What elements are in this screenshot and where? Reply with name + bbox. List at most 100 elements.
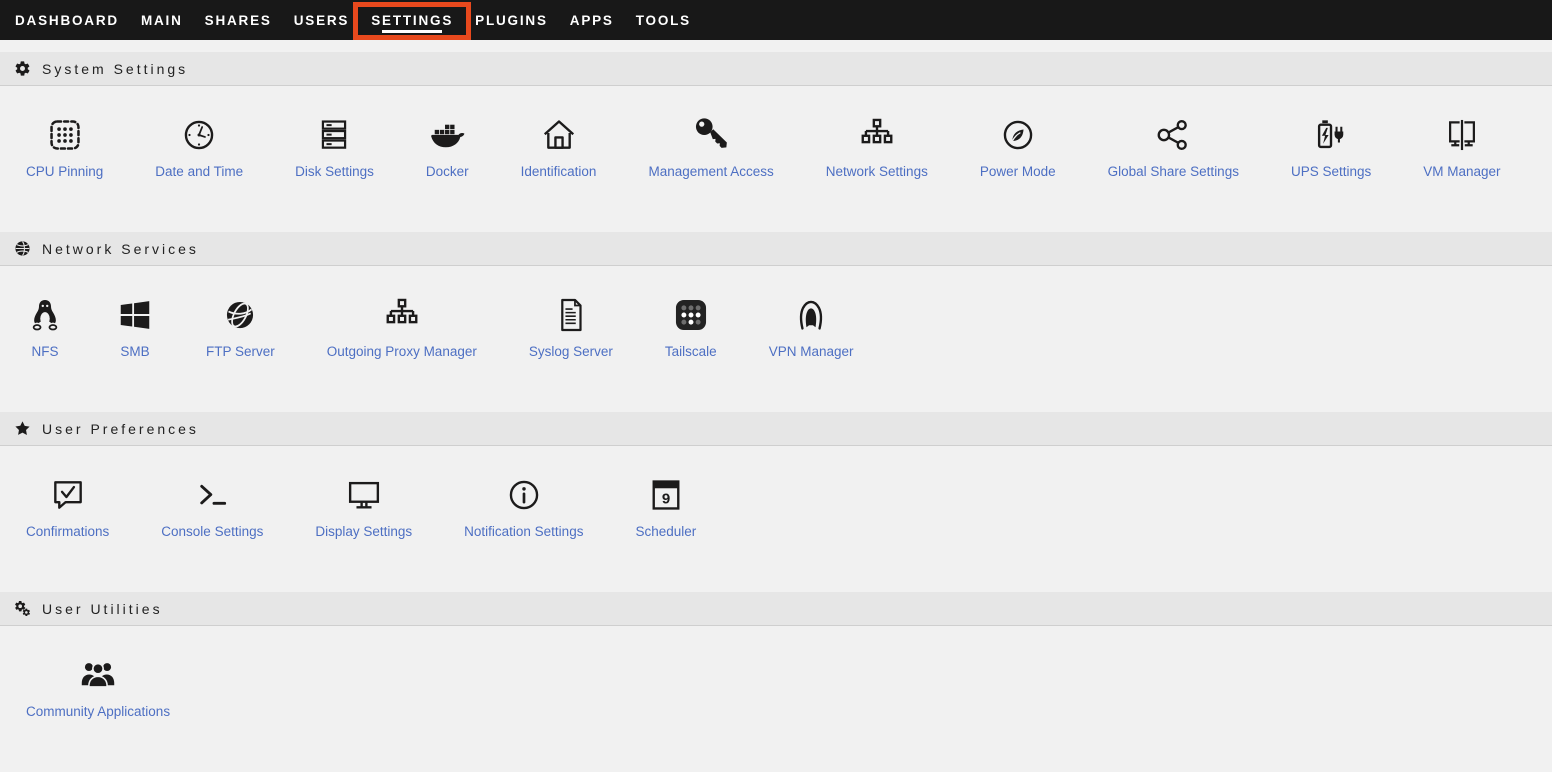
section-title: User Preferences xyxy=(42,421,199,437)
settings-item-vm-manager[interactable]: VM Manager xyxy=(1397,116,1526,179)
nav-item-plugins[interactable]: PLUGINS xyxy=(464,0,559,40)
settings-item-community-applications[interactable]: Community Applications xyxy=(0,656,196,719)
nav-item-main[interactable]: MAIN xyxy=(130,0,194,40)
nav-item-apps[interactable]: APPS xyxy=(559,0,625,40)
section-title: System Settings xyxy=(42,61,188,77)
settings-item-label: Global Share Settings xyxy=(1108,164,1239,179)
gears-icon xyxy=(14,600,31,617)
settings-sections: System Settings CPU Pinning Date and Time D… xyxy=(0,40,1552,772)
settings-item-tailscale[interactable]: Tailscale xyxy=(639,296,743,359)
settings-item-global-share-settings[interactable]: Global Share Settings xyxy=(1082,116,1265,179)
nav-item-shares[interactable]: SHARES xyxy=(194,0,283,40)
clock-icon xyxy=(180,116,218,154)
settings-item-notification-settings[interactable]: Notification Settings xyxy=(438,476,609,539)
sitemap-icon xyxy=(383,296,421,334)
sitemap-icon xyxy=(858,116,896,154)
home-icon xyxy=(540,116,578,154)
settings-item-label: Outgoing Proxy Manager xyxy=(327,344,477,359)
settings-item-disk-settings[interactable]: Disk Settings xyxy=(269,116,400,179)
nav-item-users[interactable]: USERS xyxy=(283,0,361,40)
vm-columns-icon xyxy=(1443,116,1481,154)
nav-item-tools[interactable]: TOOLS xyxy=(625,0,702,40)
section-items-user-utilities: Community Applications xyxy=(0,626,1552,772)
nav-item-dashboard[interactable]: DASHBOARD xyxy=(4,0,130,40)
settings-item-identification[interactable]: Identification xyxy=(495,116,623,179)
settings-item-power-mode[interactable]: Power Mode xyxy=(954,116,1082,179)
settings-page: { "colors": { "page_bg": "#f1f1f1", "nav… xyxy=(0,0,1552,723)
info-circle-icon xyxy=(505,476,543,514)
settings-item-label: NFS xyxy=(32,344,59,359)
settings-item-outgoing-proxy-manager[interactable]: Outgoing Proxy Manager xyxy=(301,296,503,359)
settings-item-label: SMB xyxy=(120,344,149,359)
globe-icon xyxy=(14,240,31,257)
section-title: User Utilities xyxy=(42,601,163,617)
file-lines-icon xyxy=(552,296,590,334)
vpn-hood-icon xyxy=(792,296,830,334)
nav-item-label: MAIN xyxy=(141,13,183,28)
users-group-icon xyxy=(79,656,117,694)
monitor-icon xyxy=(345,476,383,514)
settings-item-network-settings[interactable]: Network Settings xyxy=(800,116,954,179)
section-title: Network Services xyxy=(42,241,199,257)
nav-item-label: PLUGINS xyxy=(475,13,548,28)
settings-item-vpn-manager[interactable]: VPN Manager xyxy=(743,296,880,359)
settings-item-cpu-pinning[interactable]: CPU Pinning xyxy=(0,116,129,179)
windows-logo-icon xyxy=(116,296,154,334)
settings-item-label: Confirmations xyxy=(26,524,109,539)
docker-whale-icon xyxy=(428,116,466,154)
terminal-prompt-icon xyxy=(193,476,231,514)
comment-check-icon xyxy=(49,476,87,514)
settings-item-label: Network Settings xyxy=(826,164,928,179)
settings-item-label: Disk Settings xyxy=(295,164,374,179)
settings-item-label: Identification xyxy=(521,164,597,179)
settings-item-smb[interactable]: SMB xyxy=(90,296,180,359)
settings-item-management-access[interactable]: Management Access xyxy=(622,116,799,179)
settings-item-scheduler[interactable]: 9Scheduler xyxy=(609,476,722,539)
tux-penguin-icon xyxy=(26,296,64,334)
nav-item-label: USERS xyxy=(294,13,350,28)
cpu-pinning-icon xyxy=(46,116,84,154)
section-items-network-services: NFS SMB FTP Server Outgoing Proxy Manager Sy… xyxy=(0,266,1552,412)
settings-item-label: UPS Settings xyxy=(1291,164,1371,179)
share-nodes-icon xyxy=(1154,116,1192,154)
svg-text:9: 9 xyxy=(662,490,670,507)
top-nav: DASHBOARD MAIN SHARES USERS SETTINGS PLUGINS A… xyxy=(0,0,1552,40)
settings-item-display-settings[interactable]: Display Settings xyxy=(289,476,438,539)
settings-item-ups-settings[interactable]: UPS Settings xyxy=(1265,116,1397,179)
settings-item-label: Date and Time xyxy=(155,164,243,179)
settings-item-label: Management Access xyxy=(648,164,773,179)
key-icon xyxy=(692,116,730,154)
settings-item-label: Display Settings xyxy=(315,524,412,539)
section-header-user-utilities: User Utilities xyxy=(0,592,1552,626)
settings-item-nfs[interactable]: NFS xyxy=(0,296,90,359)
settings-item-syslog-server[interactable]: Syslog Server xyxy=(503,296,639,359)
globe-sphere-icon xyxy=(221,296,259,334)
server-stack-icon xyxy=(315,116,353,154)
settings-item-label: Console Settings xyxy=(161,524,263,539)
nav-item-settings[interactable]: SETTINGS xyxy=(360,0,464,40)
settings-item-ftp-server[interactable]: FTP Server xyxy=(180,296,301,359)
settings-item-docker[interactable]: Docker xyxy=(400,116,495,179)
settings-item-label: Power Mode xyxy=(980,164,1056,179)
settings-item-label: FTP Server xyxy=(206,344,275,359)
settings-item-date-and-time[interactable]: Date and Time xyxy=(129,116,269,179)
calendar-nine-icon: 9 xyxy=(647,476,685,514)
section-header-system-settings: System Settings xyxy=(0,52,1552,86)
battery-plug-icon xyxy=(1312,116,1350,154)
settings-item-label: Community Applications xyxy=(26,704,170,719)
settings-item-label: Syslog Server xyxy=(529,344,613,359)
leaf-circle-icon xyxy=(999,116,1037,154)
nav-item-label: TOOLS xyxy=(636,13,691,28)
gear-icon xyxy=(14,60,31,77)
nav-item-label: APPS xyxy=(570,13,614,28)
section-items-user-preferences: Confirmations Console Settings Display Set… xyxy=(0,446,1552,592)
settings-item-confirmations[interactable]: Confirmations xyxy=(0,476,135,539)
section-header-network-services: Network Services xyxy=(0,232,1552,266)
settings-item-console-settings[interactable]: Console Settings xyxy=(135,476,289,539)
nav-item-label: SETTINGS xyxy=(371,13,453,28)
nav-item-label: SHARES xyxy=(205,13,272,28)
settings-item-label: Docker xyxy=(426,164,469,179)
settings-item-label: Notification Settings xyxy=(464,524,583,539)
tailscale-logo-icon xyxy=(672,296,710,334)
settings-item-label: CPU Pinning xyxy=(26,164,103,179)
